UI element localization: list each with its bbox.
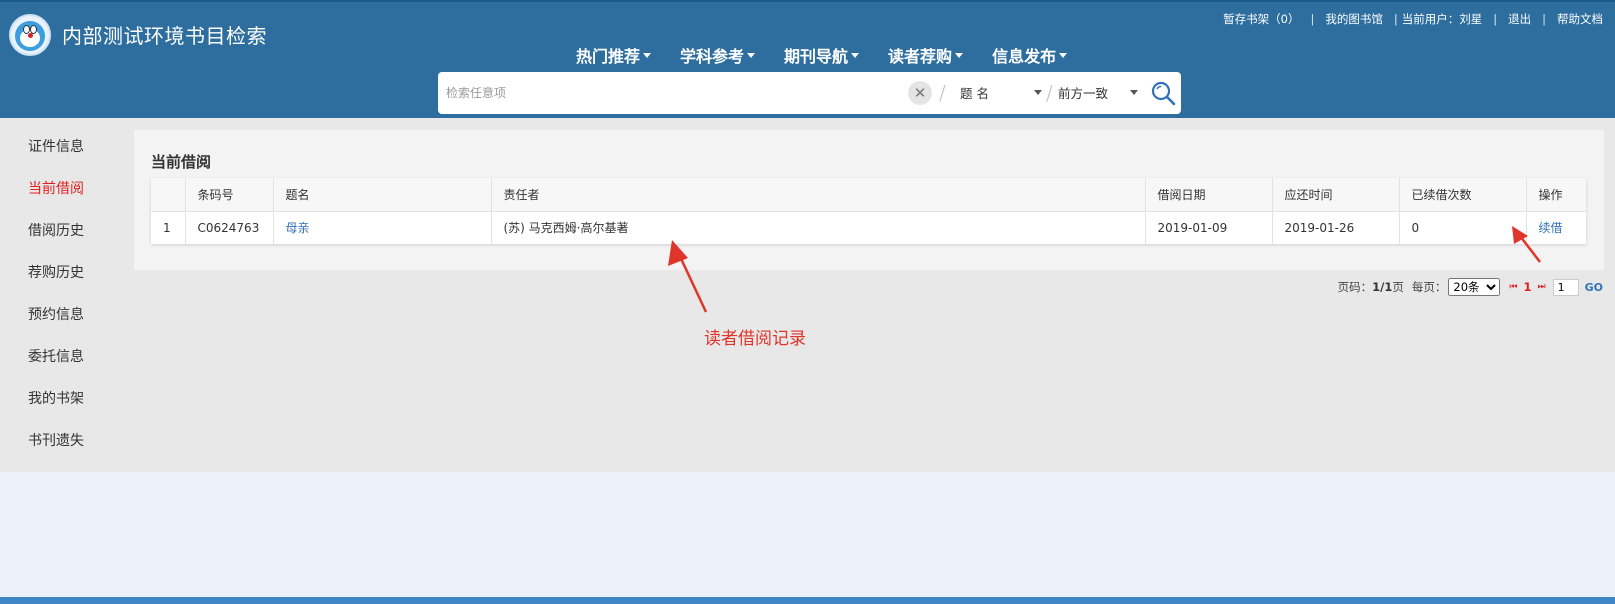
my-library-link[interactable]: 我的图书馆 bbox=[1325, 11, 1383, 27]
caret-down-icon bbox=[747, 52, 756, 58]
row-renew-count: 0 bbox=[1399, 211, 1527, 244]
borrow-table: 条码号 题名 责任者 借阅日期 应还时间 已续借次数 操作 1 C0624763… bbox=[151, 178, 1586, 244]
per-page-label: 每页： bbox=[1411, 280, 1447, 294]
row-borrow-date: 2019-01-09 bbox=[1145, 211, 1273, 244]
renew-button[interactable]: 续借 bbox=[1539, 221, 1563, 235]
page-label: 页码： bbox=[1337, 280, 1373, 294]
row-author: (苏) 马克西姆·高尔基著 bbox=[491, 211, 1146, 244]
nav-label: 读者荐购 bbox=[888, 47, 953, 66]
caret-down-icon bbox=[643, 52, 652, 58]
per-page-select[interactable]: 20条 bbox=[1448, 278, 1501, 296]
sidebar-item-card-info[interactable]: 证件信息 bbox=[28, 136, 84, 156]
caret-down-icon[interactable] bbox=[1130, 90, 1138, 95]
col-header-barcode: 条码号 bbox=[185, 178, 274, 212]
nav-label: 期刊导航 bbox=[784, 47, 849, 66]
go-button[interactable]: GO bbox=[1585, 281, 1603, 294]
nav-info-publish[interactable]: 信息发布 bbox=[992, 43, 1068, 67]
match-mode-select[interactable]: 前方一致 bbox=[1058, 83, 1108, 102]
search-field-select[interactable]: 题 名 bbox=[960, 83, 989, 102]
divider: | bbox=[1493, 12, 1498, 26]
divider: | bbox=[1393, 12, 1398, 26]
search-bar: ✕ / 题 名 / 前方一致 bbox=[438, 72, 1181, 114]
pagination: 页码： 1/1 页 每页： 20条 ⏮ 1 ⏭ GO bbox=[1338, 278, 1603, 296]
col-header-action: 操作 bbox=[1526, 178, 1586, 212]
borrow-panel: 当前借阅 条码号 题名 责任者 借阅日期 应还时间 已续借次数 操作 1 C06… bbox=[134, 130, 1604, 270]
nav-hot-recommend[interactable]: 热门推荐 bbox=[576, 43, 652, 67]
col-header-title: 题名 bbox=[273, 178, 492, 212]
caret-down-icon bbox=[955, 52, 964, 58]
row-due-date: 2019-01-26 bbox=[1272, 211, 1400, 244]
nav-journal-navigation[interactable]: 期刊导航 bbox=[784, 43, 860, 67]
logo-nose bbox=[28, 33, 33, 38]
annotation-text: 读者借阅记录 bbox=[704, 329, 806, 349]
sidebar-item-my-shelf[interactable]: 我的书架 bbox=[28, 388, 84, 408]
page-suffix: 页 bbox=[1392, 280, 1404, 294]
row-title-link[interactable]: 母亲 bbox=[286, 221, 310, 235]
col-header-due-date: 应还时间 bbox=[1272, 178, 1400, 212]
help-link[interactable]: 帮助文档 bbox=[1557, 11, 1603, 27]
table-header-row: 条码号 题名 责任者 借阅日期 应还时间 已续借次数 操作 bbox=[151, 178, 1586, 212]
sidebar-item-current-borrow[interactable]: 当前借阅 bbox=[28, 178, 84, 198]
last-page-icon[interactable]: ⏭ bbox=[1538, 282, 1546, 292]
first-page-icon[interactable]: ⏮ bbox=[1509, 282, 1517, 292]
caret-down-icon bbox=[1059, 52, 1068, 58]
sidebar-item-borrow-history[interactable]: 借阅历史 bbox=[28, 220, 84, 240]
taskbar-strip bbox=[0, 597, 1615, 604]
caret-down-icon bbox=[851, 52, 860, 58]
sidebar: 证件信息 当前借阅 借阅历史 荐购历史 预约信息 委托信息 我的书架 书刊遗失 bbox=[0, 118, 134, 472]
shelf-link[interactable]: 暂存书架（0） bbox=[1223, 11, 1299, 27]
col-header-renew-count: 已续借次数 bbox=[1399, 178, 1527, 212]
nav-label: 学科参考 bbox=[680, 47, 745, 66]
sidebar-item-delegation[interactable]: 委托信息 bbox=[28, 346, 84, 366]
site-title[interactable]: 内部测试环境书目检索 bbox=[62, 20, 267, 49]
row-index: 1 bbox=[151, 211, 186, 244]
divider: / bbox=[939, 81, 946, 105]
section-title: 当前借阅 bbox=[151, 153, 212, 171]
table-row: 1 C0624763 母亲 (苏) 马克西姆·高尔基著 2019-01-09 2… bbox=[151, 211, 1586, 244]
row-barcode: C0624763 bbox=[185, 211, 274, 244]
current-page-number[interactable]: 1 bbox=[1523, 280, 1531, 294]
site-logo[interactable] bbox=[9, 14, 51, 56]
current-user-label: 当前用户： bbox=[1401, 12, 1460, 26]
logout-link[interactable]: 退出 bbox=[1508, 11, 1531, 27]
nav-label: 信息发布 bbox=[992, 47, 1057, 66]
divider: | bbox=[1542, 12, 1546, 26]
col-header-borrow-date: 借阅日期 bbox=[1145, 178, 1273, 212]
header-bar: 内部测试环境书目检索 暂存书架（0） | 我的图书馆 | 当前用户： 刘星 | … bbox=[0, 0, 1615, 118]
sidebar-item-recommend-history[interactable]: 荐购历史 bbox=[28, 262, 84, 282]
search-icon[interactable] bbox=[1150, 80, 1176, 106]
sidebar-item-reservation[interactable]: 预约信息 bbox=[28, 304, 84, 324]
current-user-name[interactable]: 刘星 bbox=[1459, 11, 1482, 27]
divider: | bbox=[1310, 12, 1315, 26]
main-content: 当前借阅 条码号 题名 责任者 借阅日期 应还时间 已续借次数 操作 1 C06… bbox=[134, 118, 1615, 472]
nav-label: 热门推荐 bbox=[576, 47, 641, 66]
nav-subject-reference[interactable]: 学科参考 bbox=[680, 43, 756, 67]
page-value: 1/1 bbox=[1372, 280, 1393, 294]
divider: / bbox=[1046, 81, 1053, 105]
nav-reader-recommend[interactable]: 读者荐购 bbox=[888, 43, 964, 67]
sidebar-item-lost-books[interactable]: 书刊遗失 bbox=[28, 430, 84, 450]
col-header-author: 责任者 bbox=[491, 178, 1146, 212]
caret-down-icon[interactable] bbox=[1034, 90, 1042, 95]
clear-icon[interactable]: ✕ bbox=[908, 81, 932, 105]
main-nav: 热门推荐 学科参考 期刊导航 读者荐购 信息发布 bbox=[576, 43, 1096, 67]
page-jump-input[interactable] bbox=[1552, 278, 1579, 296]
col-header-index bbox=[151, 178, 186, 212]
top-links: 暂存书架（0） | 我的图书馆 | 当前用户： 刘星 | 退出 | 帮助文档 bbox=[1223, 11, 1603, 27]
search-input[interactable] bbox=[446, 82, 886, 104]
